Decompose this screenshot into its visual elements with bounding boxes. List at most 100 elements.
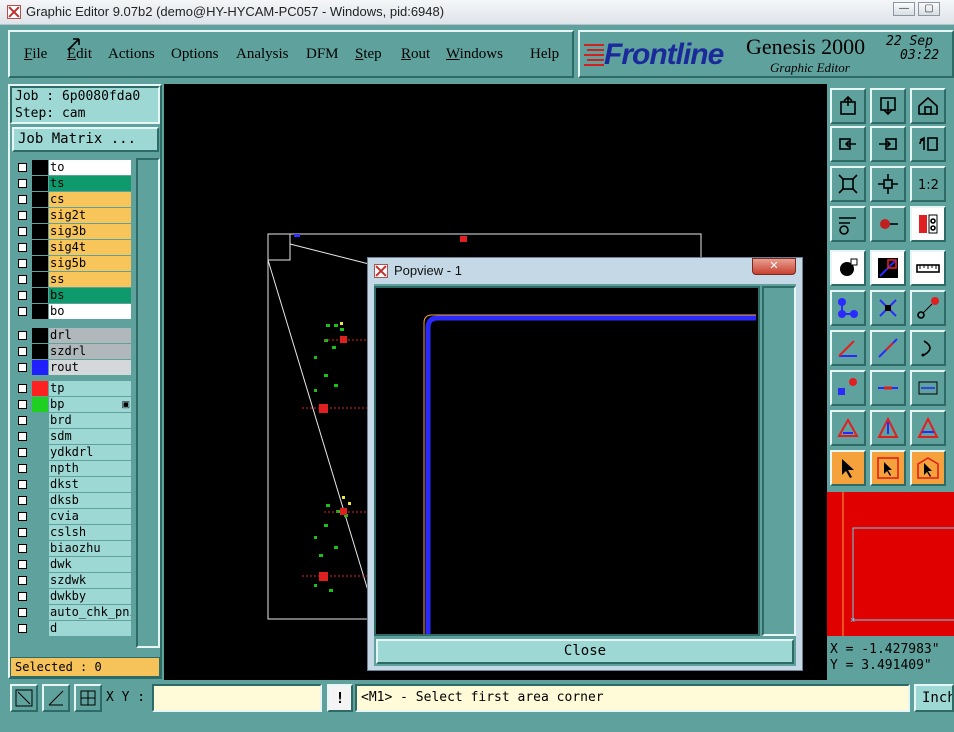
layer-color-swatch[interactable] <box>32 541 48 556</box>
layer-checkbox[interactable] <box>18 496 27 505</box>
open-job-button[interactable] <box>830 88 866 124</box>
layer-checkbox[interactable] <box>18 347 27 356</box>
layer-color-swatch[interactable] <box>32 360 48 375</box>
menu-analysis[interactable]: Analysis <box>236 46 289 63</box>
overview-map[interactable]: × <box>827 492 954 636</box>
zoom-area-button[interactable] <box>10 684 38 712</box>
layer-row-cs[interactable]: cs <box>16 192 132 207</box>
layer-checkbox[interactable] <box>18 608 27 617</box>
layer-color-swatch[interactable] <box>32 224 48 239</box>
select-poly-button[interactable] <box>910 450 946 486</box>
layer-checkbox[interactable] <box>18 560 27 569</box>
layer-color-swatch[interactable] <box>32 429 48 444</box>
layer-checkbox[interactable] <box>18 275 27 284</box>
layer-row-bp[interactable]: bp ▣ <box>16 397 132 412</box>
net-nodes-button[interactable] <box>830 290 866 326</box>
layer-row-sig5b[interactable]: sig5b <box>16 256 132 271</box>
layer-color-swatch[interactable] <box>32 397 48 412</box>
layer-checkbox[interactable] <box>18 576 27 585</box>
pad-snap-button[interactable] <box>830 250 866 286</box>
layer-checkbox[interactable] <box>18 163 27 172</box>
ruler-flag-button[interactable] <box>870 250 906 286</box>
menu-options[interactable]: Options <box>171 46 219 63</box>
layer-row-sig2t[interactable]: sig2t <box>16 208 132 223</box>
connect-button[interactable] <box>910 290 946 326</box>
layer-row-szdwk[interactable]: szdwk <box>16 573 132 588</box>
layer-row-cslsh[interactable]: cslsh <box>16 525 132 540</box>
layer-row-szdrl[interactable]: szdrl <box>16 344 132 359</box>
layer-checkbox[interactable] <box>18 243 27 252</box>
units-button[interactable]: Inch <box>914 684 954 712</box>
zoom-out-button[interactable] <box>870 126 906 162</box>
cross-button[interactable] <box>870 290 906 326</box>
select-box-button[interactable] <box>870 450 906 486</box>
layer-row-dwkby[interactable]: dwkby <box>16 589 132 604</box>
layer-row-ss[interactable]: ss <box>16 272 132 287</box>
layer-row-brd[interactable]: brd <box>16 413 132 428</box>
layer-color-swatch[interactable] <box>32 176 48 191</box>
layer-checkbox[interactable] <box>18 544 27 553</box>
layer-row-drl[interactable]: drl <box>16 328 132 343</box>
layer-color-swatch[interactable] <box>32 413 48 428</box>
layer-color-swatch[interactable] <box>32 381 48 396</box>
layer-color-swatch[interactable] <box>32 605 48 620</box>
angle-line-button[interactable] <box>830 330 866 366</box>
menu-rout[interactable]: Rout <box>401 46 430 63</box>
slash-line-button[interactable] <box>870 330 906 366</box>
layer-color-swatch[interactable] <box>32 573 48 588</box>
fit-screen-button[interactable] <box>830 166 866 202</box>
layer-checkbox[interactable] <box>18 448 27 457</box>
measure-dist-button[interactable] <box>910 370 946 406</box>
layer-row-cvia[interactable]: cvia <box>16 509 132 524</box>
scale-1-2-button[interactable]: 1:2 <box>910 166 946 202</box>
layer-row-ydkdrl[interactable]: ydkdrl <box>16 445 132 460</box>
select-arrow-button[interactable] <box>830 450 866 486</box>
layer-row-dwk[interactable]: dwk <box>16 557 132 572</box>
tools-button[interactable] <box>830 206 866 242</box>
menu-windows[interactable]: Windows <box>446 46 503 63</box>
layer-color-swatch[interactable] <box>32 557 48 572</box>
menu-dfm[interactable]: DFM <box>306 46 339 63</box>
layer-color-swatch[interactable] <box>32 192 48 207</box>
measure-button[interactable] <box>42 684 70 712</box>
layer-color-swatch[interactable] <box>32 509 48 524</box>
layer-row-biaozhu[interactable]: biaozhu <box>16 541 132 556</box>
layer-color-swatch[interactable] <box>32 328 48 343</box>
layer-row-ts[interactable]: ts <box>16 176 132 191</box>
popview-close-x-button[interactable]: ✕ <box>752 258 796 275</box>
layer-row-dksb[interactable]: dksb <box>16 493 132 508</box>
layer-row-sig3b[interactable]: sig3b <box>16 224 132 239</box>
layer-row-rout[interactable]: rout <box>16 360 132 375</box>
undo-zoom-button[interactable] <box>910 126 946 162</box>
grid-button[interactable] <box>74 684 102 712</box>
layer-checkbox[interactable] <box>18 464 27 473</box>
layer-checkbox[interactable] <box>18 384 27 393</box>
layer-checkbox[interactable] <box>18 528 27 537</box>
triangle-a-button[interactable] <box>830 410 866 446</box>
layer-checkbox[interactable] <box>18 480 27 489</box>
layer-row-dkst[interactable]: dkst <box>16 477 132 492</box>
layer-checkbox[interactable] <box>18 211 27 220</box>
triangle-b-button[interactable] <box>870 410 906 446</box>
layer-checkbox[interactable] <box>18 331 27 340</box>
menu-file[interactable]: File <box>24 46 47 63</box>
menu-step[interactable]: Step <box>355 46 382 63</box>
layer-checkbox[interactable] <box>18 307 27 316</box>
layer-color-swatch[interactable] <box>32 525 48 540</box>
job-matrix-button[interactable]: Job Matrix ... <box>12 127 159 152</box>
layer-checkbox[interactable] <box>18 363 27 372</box>
layer-checkbox[interactable] <box>18 227 27 236</box>
layer-color-swatch[interactable] <box>32 461 48 476</box>
popview-close-button[interactable]: Close <box>376 639 794 664</box>
layer-row-npth[interactable]: npth <box>16 461 132 476</box>
layer-color-swatch[interactable] <box>32 493 48 508</box>
layer-color-swatch[interactable] <box>32 208 48 223</box>
triangle-c-button[interactable] <box>910 410 946 446</box>
arc-button[interactable] <box>910 330 946 366</box>
layer-checkbox[interactable] <box>18 400 27 409</box>
layer-checkbox[interactable] <box>18 179 27 188</box>
layer-checkbox[interactable] <box>18 624 27 633</box>
home-button[interactable] <box>910 88 946 124</box>
layer-checkbox[interactable] <box>18 416 27 425</box>
layer-color-swatch[interactable] <box>32 160 48 175</box>
